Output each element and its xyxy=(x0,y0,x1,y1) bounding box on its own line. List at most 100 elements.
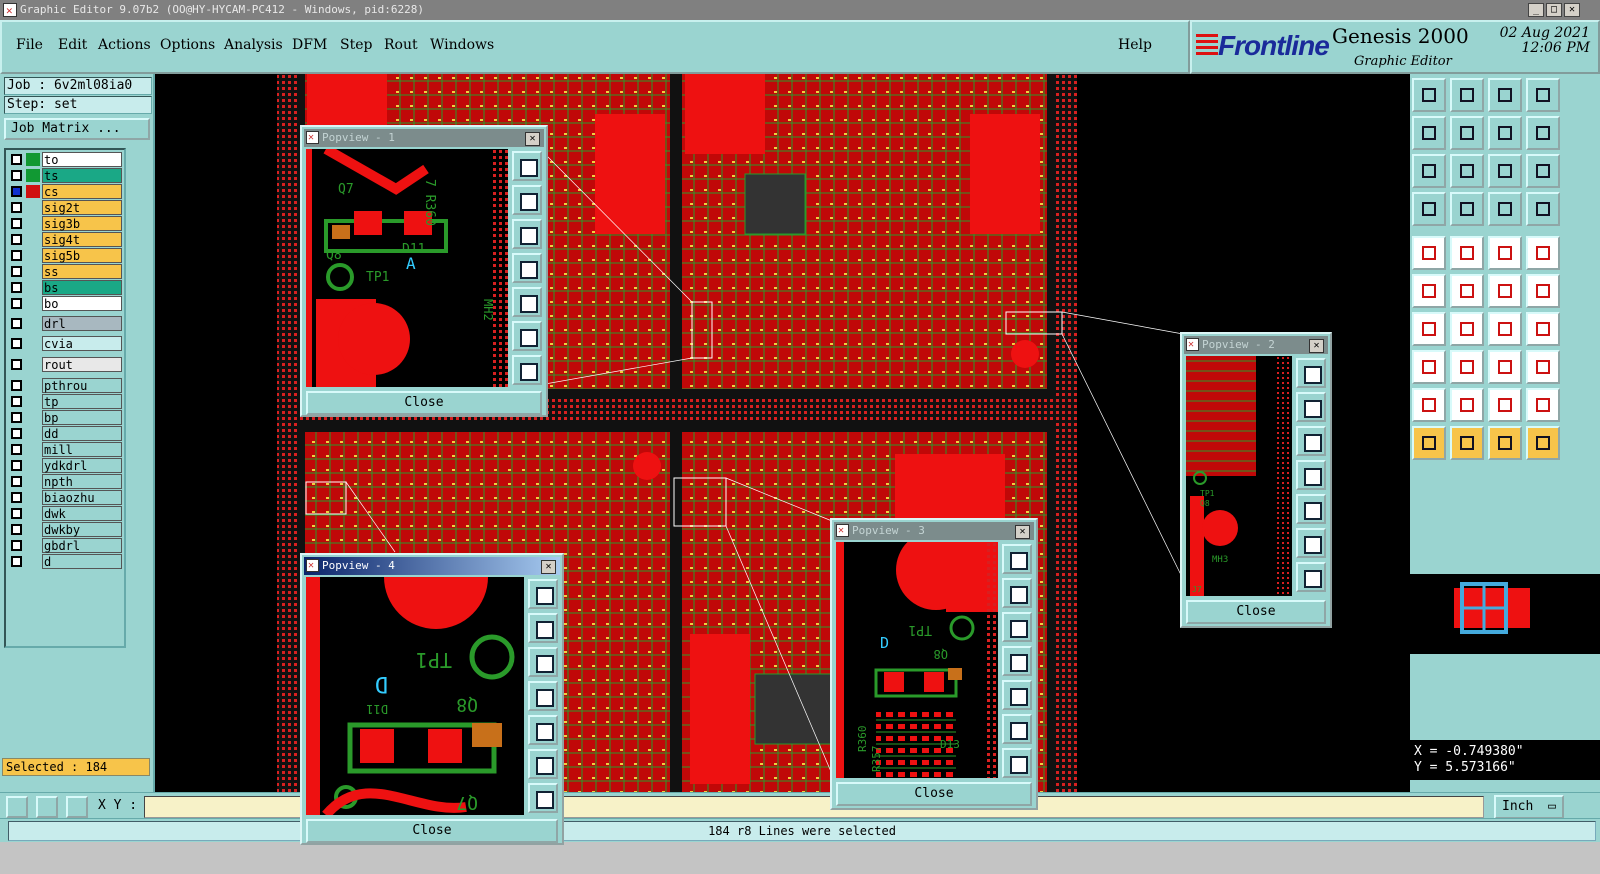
zoom-center-icon[interactable] xyxy=(1450,154,1484,188)
unit-selector[interactable]: Inch ▭ xyxy=(1494,795,1564,819)
popview-4[interactable]: Popview - 4 ✕ TP1 D Q8 D11 Q7 Close xyxy=(300,553,564,845)
layer-row-ss[interactable]: ss xyxy=(8,264,124,279)
layer-checkbox[interactable] xyxy=(11,492,22,503)
layer-checkbox[interactable] xyxy=(11,338,22,349)
layer-checkbox[interactable] xyxy=(11,524,22,535)
minus-icon[interactable] xyxy=(1450,350,1484,384)
pan-left-icon[interactable] xyxy=(1412,116,1446,150)
layer-name[interactable]: drl xyxy=(42,316,122,331)
layer-name[interactable]: ss xyxy=(42,264,122,279)
arc-c-icon[interactable] xyxy=(1488,388,1522,422)
move-up-icon[interactable] xyxy=(512,185,542,215)
layer-row-bp[interactable]: bp xyxy=(8,410,124,425)
minimap[interactable] xyxy=(1410,574,1600,654)
layer-checkbox[interactable] xyxy=(11,412,22,423)
layer-name[interactable]: bp xyxy=(42,410,122,425)
layer-checkbox[interactable] xyxy=(11,250,22,261)
angle-icon[interactable] xyxy=(1412,312,1446,346)
layer-row-cvia[interactable]: cvia xyxy=(8,336,124,351)
zoom-popview-icon[interactable] xyxy=(528,579,558,609)
layer-name[interactable]: rout xyxy=(42,357,122,372)
layer-row-bo[interactable]: bo xyxy=(8,296,124,311)
popview-3-close-icon[interactable]: ✕ xyxy=(1015,525,1030,539)
fit-icon[interactable] xyxy=(1296,528,1326,558)
grid-tool-icon[interactable] xyxy=(66,796,88,818)
layer-checkbox[interactable] xyxy=(11,218,22,229)
popview-2-view[interactable]: Q8 TP1 MH3 J7 xyxy=(1186,356,1292,596)
layer-checkbox[interactable] xyxy=(11,318,22,329)
move-right-icon[interactable] xyxy=(1002,680,1032,710)
layer-row-sig4t[interactable]: sig4t xyxy=(8,232,124,247)
layer-checkbox[interactable] xyxy=(11,508,22,519)
join-icon[interactable] xyxy=(1412,274,1446,308)
layer-name[interactable]: to xyxy=(42,152,122,167)
center-icon[interactable] xyxy=(1002,748,1032,778)
popview-3-close-button[interactable]: Close xyxy=(836,782,1032,806)
zoom-fit-icon[interactable] xyxy=(1412,154,1446,188)
move-left-icon[interactable] xyxy=(1002,646,1032,676)
pan-right-icon[interactable] xyxy=(1450,116,1484,150)
layer-name[interactable]: sig5b xyxy=(42,248,122,263)
layer-checkbox[interactable] xyxy=(11,202,22,213)
popview-icon[interactable] xyxy=(306,129,319,147)
popview-icon[interactable] xyxy=(836,522,849,540)
layer-row-tp[interactable]: tp xyxy=(8,394,124,409)
move-down-icon[interactable] xyxy=(512,219,542,249)
menu-windows[interactable]: Windows xyxy=(430,37,494,53)
select-a-icon[interactable] xyxy=(1412,426,1446,460)
zoom-1-2-icon[interactable] xyxy=(1488,154,1522,188)
popview-1-view[interactable]: 7 R360 Q7 Q8 D11 A TP1 MH2 xyxy=(306,149,508,387)
layer-checkbox[interactable] xyxy=(11,298,22,309)
layer-row-drl[interactable]: drl xyxy=(8,316,124,331)
layer-row-ydkdrl[interactable]: ydkdrl xyxy=(8,458,124,473)
layer-name[interactable]: dwk xyxy=(42,506,122,521)
menu-actions[interactable]: Actions xyxy=(98,37,151,53)
move-down-icon[interactable] xyxy=(1296,426,1326,456)
popview-4-title-bar[interactable]: Popview - 4 ✕ xyxy=(304,557,560,575)
move-right-icon[interactable] xyxy=(512,287,542,317)
popview-4-close-button[interactable]: Close xyxy=(306,819,558,843)
net-icon[interactable] xyxy=(1526,274,1560,308)
layer-checkbox[interactable] xyxy=(11,266,22,277)
redraw-icon[interactable] xyxy=(1526,116,1560,150)
popview-1-title-bar[interactable]: Popview - 1 ✕ xyxy=(304,129,544,147)
move-down-icon[interactable] xyxy=(1002,612,1032,642)
popview-2-close-button[interactable]: Close xyxy=(1186,600,1326,624)
move-up-icon[interactable] xyxy=(1002,578,1032,608)
move-left-icon[interactable] xyxy=(528,681,558,711)
popview-4-close-icon[interactable]: ✕ xyxy=(541,560,556,574)
layer-checkbox[interactable] xyxy=(11,282,22,293)
center-icon[interactable] xyxy=(1296,562,1326,592)
line-icon[interactable] xyxy=(1450,312,1484,346)
layer-row-sig5b[interactable]: sig5b xyxy=(8,248,124,263)
layer-checkbox[interactable] xyxy=(11,170,22,181)
layer-checkbox[interactable] xyxy=(11,428,22,439)
grid-icon[interactable] xyxy=(1450,192,1484,226)
zoom-popview-icon[interactable] xyxy=(512,151,542,181)
popview-1-close-button[interactable]: Close xyxy=(306,391,542,415)
palette-icon[interactable] xyxy=(1412,192,1446,226)
zoom-back-icon[interactable] xyxy=(1488,116,1522,150)
layer-name[interactable]: biaozhu xyxy=(42,490,122,505)
layer-name[interactable]: ts xyxy=(42,168,122,183)
layer-name[interactable]: bo xyxy=(42,296,122,311)
select-d-icon[interactable] xyxy=(1526,426,1560,460)
layer-name[interactable]: dwkby xyxy=(42,522,122,537)
fit-window-icon[interactable] xyxy=(1526,78,1560,112)
move-icon[interactable] xyxy=(1412,350,1446,384)
zoom-popview-icon[interactable] xyxy=(1296,358,1326,388)
fit-icon[interactable] xyxy=(512,321,542,351)
layer-name[interactable]: tp xyxy=(42,394,122,409)
popview-icon[interactable] xyxy=(306,557,319,575)
ruler-icon[interactable] xyxy=(1488,236,1522,270)
popview-3-view[interactable]: TP1 D Q8 R360 R357 D13 xyxy=(836,542,998,778)
layer-colors-icon[interactable] xyxy=(1488,192,1522,226)
layer-name[interactable]: gbdrl xyxy=(42,538,122,553)
flip-icon[interactable] xyxy=(1526,312,1560,346)
arc-d-icon[interactable] xyxy=(1526,388,1560,422)
move-left-icon[interactable] xyxy=(1296,460,1326,490)
copy-icon[interactable] xyxy=(1526,350,1560,384)
layer-row-d[interactable]: d xyxy=(8,554,124,569)
layer-name[interactable]: sig4t xyxy=(42,232,122,247)
layer-name[interactable]: dd xyxy=(42,426,122,441)
